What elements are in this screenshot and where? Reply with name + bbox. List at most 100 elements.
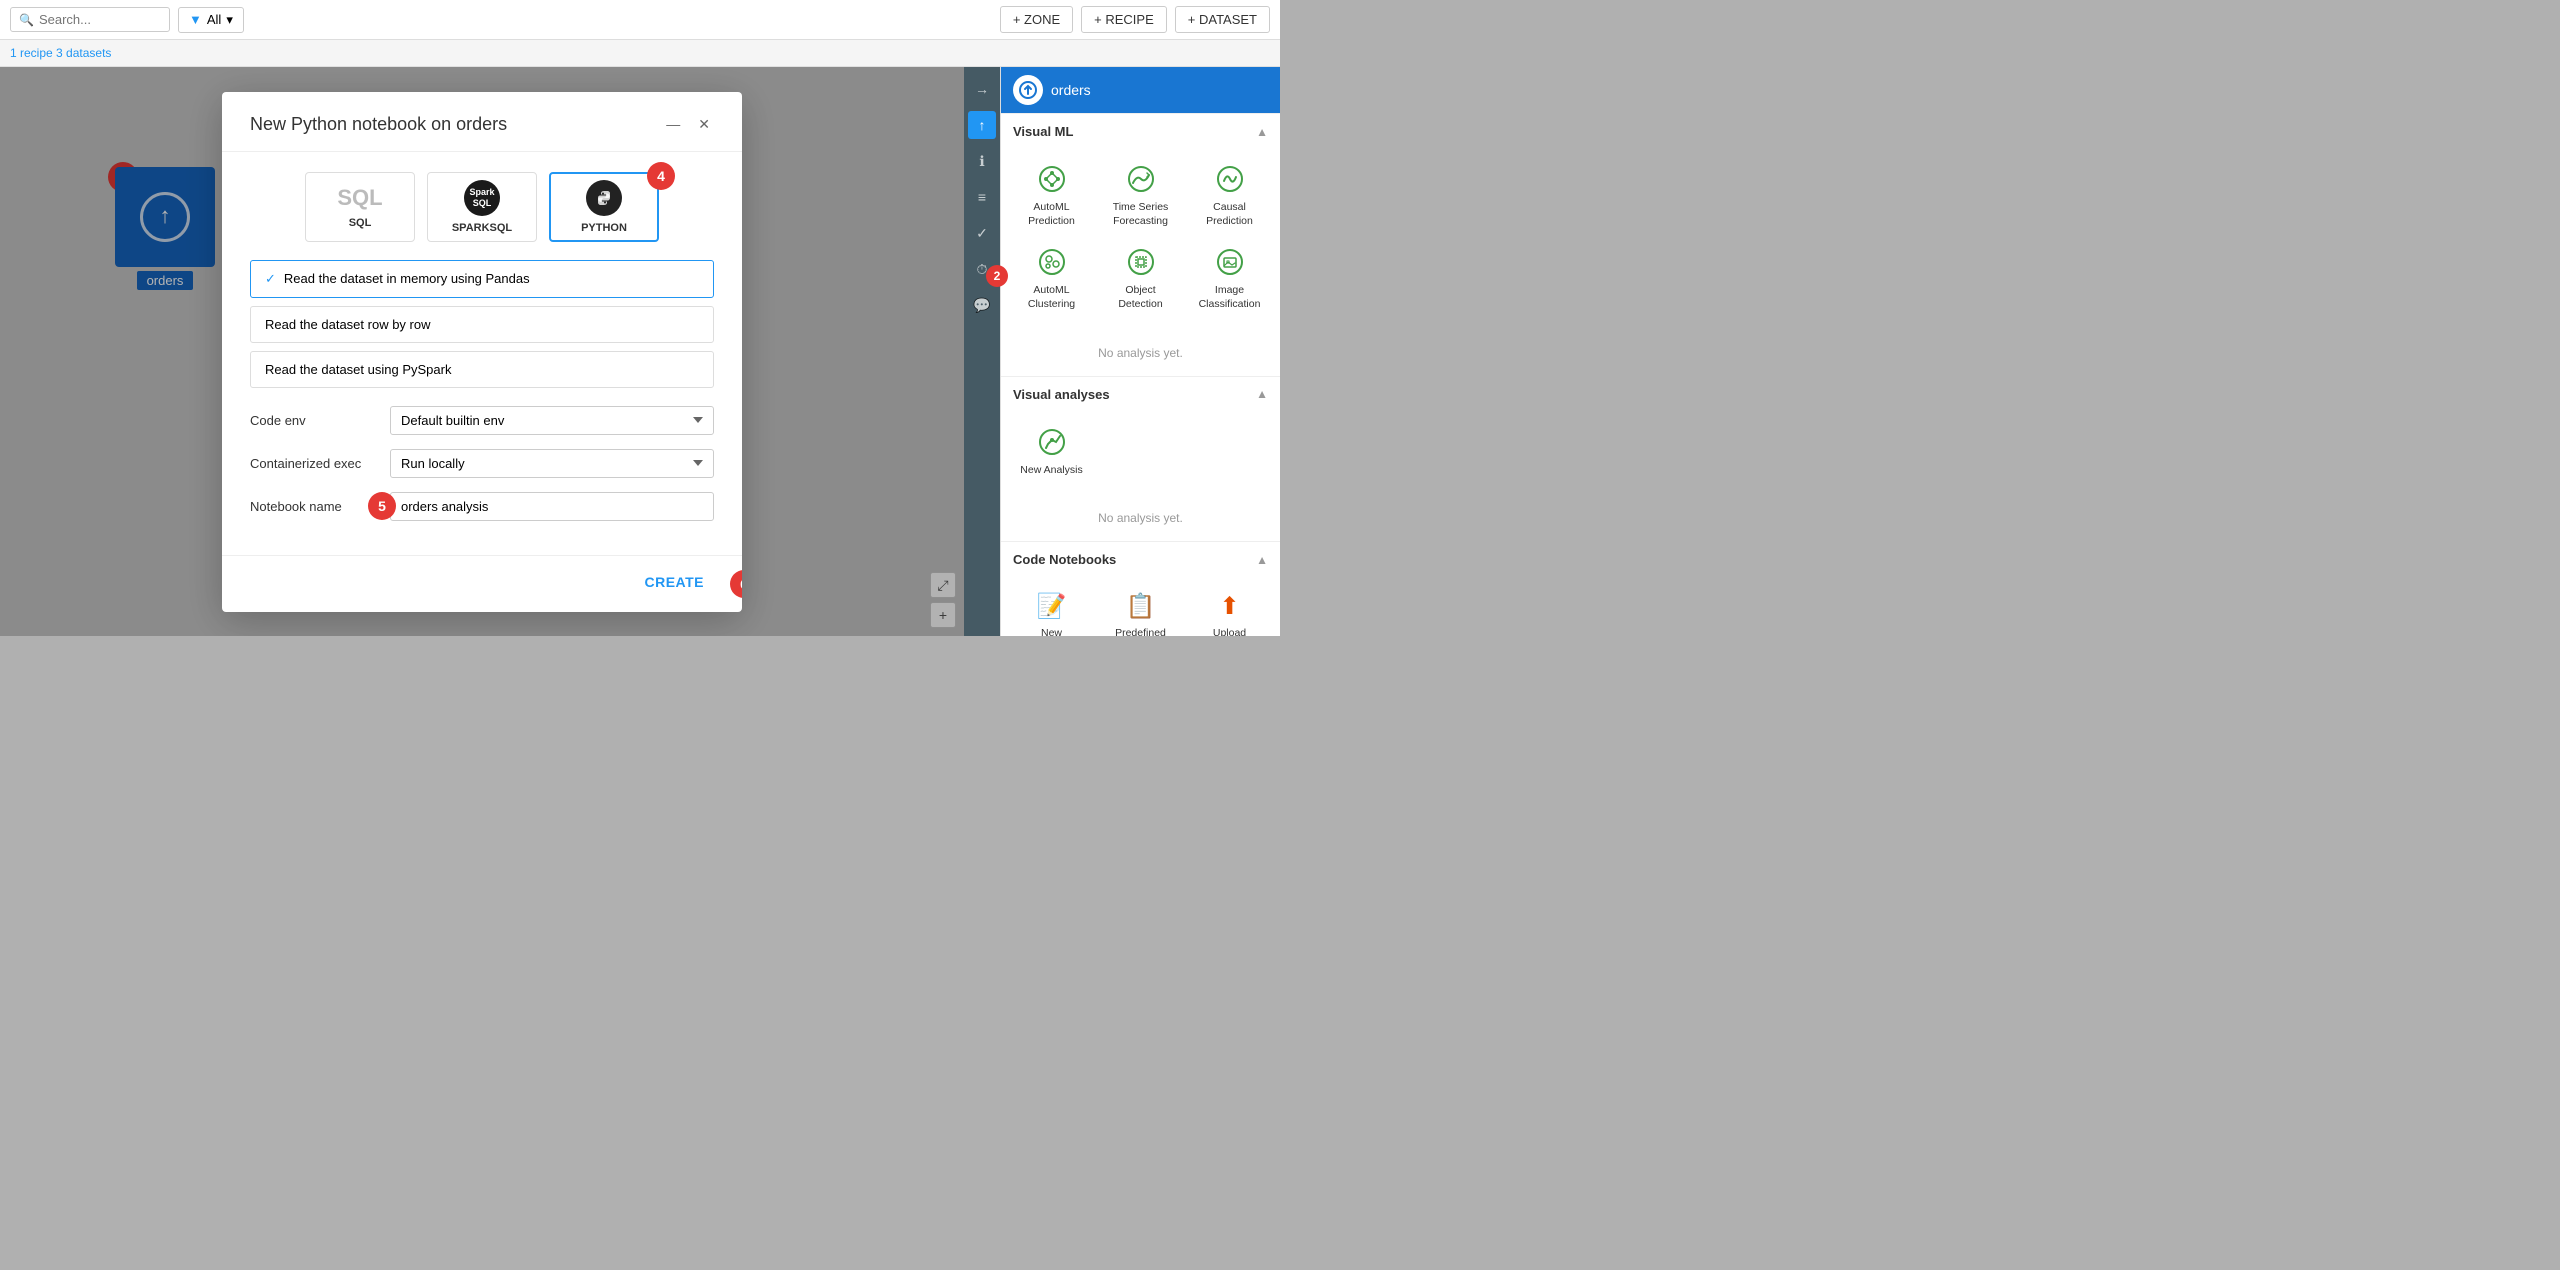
python-svg-icon [593, 187, 615, 209]
collapse-ml-icon[interactable]: ▲ [1256, 125, 1268, 139]
code-env-select[interactable]: Default builtin env [390, 406, 714, 435]
sidebar-icon-nav: → ↑ ℹ ≡ ✓ ⏱ 2 💬 [964, 67, 1000, 636]
read-options: ✓ Read the dataset in memory using Panda… [250, 260, 714, 388]
automl-clustering-icon [1034, 244, 1070, 280]
no-analysis-2: No analysis yet. [1001, 495, 1280, 541]
containerized-row: Containerized exec Run locally [250, 449, 714, 478]
time-series-icon [1123, 161, 1159, 197]
recipe-links: 1 recipe 3 datasets [0, 40, 1280, 67]
create-button[interactable]: CREATE [634, 568, 714, 596]
visual-ml-label: Visual ML [1013, 124, 1073, 139]
collapse-notebooks-icon[interactable]: ▲ [1256, 553, 1268, 567]
step-badge-5: 5 [368, 492, 396, 520]
close-button[interactable]: ✕ [694, 114, 714, 135]
read-option-pyspark[interactable]: Read the dataset using PySpark [250, 351, 714, 388]
modal-body: SQL SQL SparkSQL SPARKSQL [222, 152, 742, 555]
read-pyspark-label: Read the dataset using PySpark [265, 362, 451, 377]
new-notebook-label: New [1041, 627, 1062, 636]
main-area: 1 ↑ orders ⤢ + New Python notebook on or… [0, 67, 1280, 636]
automl-clustering-item[interactable]: AutoML Clustering [1009, 238, 1094, 317]
visual-ml-header: Visual ML ▲ [1001, 114, 1280, 147]
predefined-template-icon: 📋 [1124, 589, 1158, 623]
step-badge-6: 6 [730, 570, 742, 598]
right-panel: orders Visual ML ▲ [1000, 67, 1280, 636]
image-classification-icon [1212, 244, 1248, 280]
python-option[interactable]: PYTHON 4 [549, 172, 659, 242]
modal-title: New Python notebook on orders [250, 114, 507, 135]
sql-option[interactable]: SQL SQL [305, 172, 415, 242]
object-detection-label: Object Detection [1102, 284, 1179, 311]
notebook-modal: New Python notebook on orders — ✕ SQL SQ… [222, 92, 742, 612]
time-series-item[interactable]: Time Series Forecasting [1098, 155, 1183, 234]
filter-label: All [207, 12, 221, 27]
causal-prediction-icon [1212, 161, 1248, 197]
upload-notebook-item[interactable]: ⬆ Upload [1187, 583, 1272, 636]
recipe-button[interactable]: + RECIPE [1081, 6, 1167, 33]
automl-prediction-icon [1034, 161, 1070, 197]
new-notebook-icon: 📝 [1035, 589, 1069, 623]
python-label: PYTHON [581, 222, 627, 234]
search-input[interactable] [39, 12, 159, 27]
nav-upload-icon[interactable]: ↑ [968, 111, 996, 139]
top-actions: + ZONE + RECIPE + DATASET [1000, 6, 1270, 33]
notebook-name-label: Notebook name [250, 499, 380, 514]
visual-analyses-header: Visual analyses ▲ [1001, 377, 1280, 410]
step-badge-4: 4 [647, 162, 675, 190]
canvas: 1 ↑ orders ⤢ + New Python notebook on or… [0, 67, 964, 636]
sparksql-icon: SparkSQL [464, 180, 500, 216]
automl-prediction-item[interactable]: AutoML Prediction [1009, 155, 1094, 234]
nav-arrow-icon[interactable]: → [968, 75, 996, 103]
sql-icon: SQL [337, 185, 382, 211]
filter-icon: ▼ [189, 12, 202, 27]
predefined-template-item[interactable]: 📋 Predefined template [1098, 583, 1183, 636]
causal-prediction-label: Causal Prediction [1191, 201, 1268, 228]
containerized-select[interactable]: Run locally [390, 449, 714, 478]
engine-options: SQL SQL SparkSQL SPARKSQL [250, 172, 714, 242]
nav-history-icon[interactable]: ⏱ 2 [968, 255, 996, 283]
read-row-label: Read the dataset row by row [265, 317, 430, 332]
upload-notebook-label: Upload [1213, 627, 1246, 636]
no-analysis-ml: No analysis yet. [1001, 330, 1280, 376]
read-option-row[interactable]: Read the dataset row by row [250, 306, 714, 343]
notebook-name-input[interactable] [390, 492, 714, 521]
collapse-analysis-icon[interactable]: ▲ [1256, 387, 1268, 401]
nav-check-icon[interactable]: ✓ [968, 219, 996, 247]
new-analysis-label: New Analysis [1020, 464, 1082, 478]
ml-grid: AutoML Prediction Time Series Forecastin… [1001, 147, 1280, 330]
object-detection-item[interactable]: Object Detection [1098, 238, 1183, 317]
minimize-button[interactable]: — [662, 114, 684, 135]
new-analysis-item[interactable]: New Analysis [1009, 418, 1094, 484]
code-notebooks-header: Code Notebooks ▲ [1001, 542, 1280, 575]
new-notebook-item[interactable]: 📝 New 3 [1009, 583, 1094, 636]
modal-footer: CREATE 6 [222, 555, 742, 612]
dropdown-arrow-icon: ▾ [226, 12, 233, 28]
read-option-pandas[interactable]: ✓ Read the dataset in memory using Panda… [250, 260, 714, 298]
code-env-label: Code env [250, 413, 380, 428]
search-box[interactable]: 🔍 [10, 7, 170, 32]
datasets-link[interactable]: 3 datasets [56, 46, 111, 60]
modal-overlay: New Python notebook on orders — ✕ SQL SQ… [0, 67, 964, 636]
top-bar: 🔍 ▼ All ▾ + ZONE + RECIPE + DATASET [0, 0, 1280, 40]
image-classification-item[interactable]: Image Classification [1187, 238, 1272, 317]
visual-analyses-grid: New Analysis [1001, 410, 1280, 496]
filter-button[interactable]: ▼ All ▾ [178, 7, 244, 33]
zone-button[interactable]: + ZONE [1000, 6, 1073, 33]
causal-prediction-item[interactable]: Causal Prediction [1187, 155, 1272, 234]
recipe-link[interactable]: 1 recipe [10, 46, 53, 60]
sparksql-label: SPARKSQL [452, 222, 512, 234]
search-icon: 🔍 [19, 13, 34, 27]
automl-prediction-label: AutoML Prediction [1013, 201, 1090, 228]
nav-info-icon[interactable]: ℹ [968, 147, 996, 175]
nav-list-icon[interactable]: ≡ [968, 183, 996, 211]
notebook-name-row: Notebook name 5 [250, 492, 714, 521]
time-series-label: Time Series Forecasting [1102, 201, 1179, 228]
containerized-label: Containerized exec [250, 456, 380, 471]
object-detection-icon [1123, 244, 1159, 280]
nav-chat-icon[interactable]: 💬 [968, 291, 996, 319]
notebooks-grid: 📝 New 3 📋 Predefined template ⬆ [1001, 575, 1280, 636]
code-env-row: Code env Default builtin env [250, 406, 714, 435]
sql-label: SQL [349, 217, 372, 229]
sparksql-option[interactable]: SparkSQL SPARKSQL [427, 172, 537, 242]
visual-analyses-label: Visual analyses [1013, 387, 1110, 402]
dataset-button[interactable]: + DATASET [1175, 6, 1270, 33]
